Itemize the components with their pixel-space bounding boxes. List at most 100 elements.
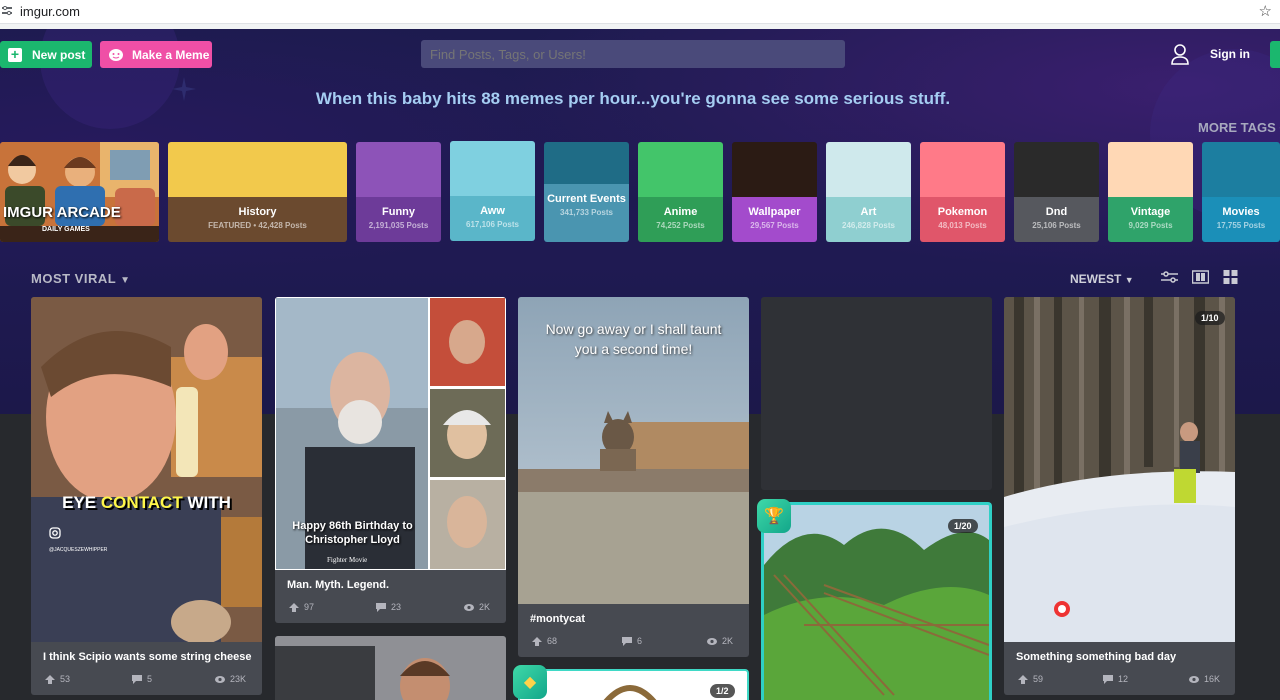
hero-tagline: When this baby hits 88 memes per hour...… bbox=[315, 89, 951, 108]
tag-art bbox=[732, 142, 817, 197]
tag-tile-aww[interactable]: Aww 617,106 Posts bbox=[450, 141, 535, 241]
post-watermark: Fighter Movie bbox=[327, 556, 368, 564]
tag-art bbox=[1108, 142, 1193, 197]
post-overlay-caption: EYE CONTACT WITH bbox=[31, 493, 262, 513]
tag-tile-funny[interactable]: Funny 2,191,035 Posts bbox=[356, 142, 441, 242]
tag-post-count: 9,029 Posts bbox=[1128, 221, 1173, 230]
tag-footer: Funny 2,191,035 Posts bbox=[356, 197, 441, 242]
tag-tile-vintage[interactable]: Vintage 9,029 Posts bbox=[1108, 142, 1193, 242]
meme-face-icon bbox=[109, 48, 123, 61]
make-meme-button[interactable]: Make a Meme bbox=[100, 41, 212, 68]
upvote-arrow-icon bbox=[45, 674, 55, 684]
uniform-grid-icon[interactable] bbox=[1192, 270, 1209, 284]
overlay-highlight: CONTACT bbox=[100, 493, 183, 512]
tag-tile-history[interactable]: History FEATURED • 42,428 Posts bbox=[168, 142, 347, 242]
comment-count[interactable]: 6 bbox=[622, 636, 642, 646]
tag-footer: Pokemon 48,013 Posts bbox=[920, 197, 1005, 242]
upvote-count[interactable]: 53 bbox=[45, 674, 70, 684]
tag-footer: Wallpaper 29,567 Posts bbox=[732, 197, 817, 242]
tag-name: Art bbox=[860, 206, 877, 218]
tag-tile-movies[interactable]: Movies 17,755 Posts bbox=[1202, 142, 1280, 242]
search-input[interactable] bbox=[421, 40, 845, 68]
post-card[interactable]: 1/10 Something something bad day 59 12 1… bbox=[1004, 297, 1235, 695]
post-title[interactable]: Man. Myth. Legend. bbox=[287, 579, 389, 591]
more-tags-link[interactable]: MORE TAGS − bbox=[1198, 120, 1280, 135]
trophy-badge-icon: 🏆 bbox=[757, 499, 791, 533]
imgur-arcade-tile[interactable]: IMGUR ARCADE DAILY GAMES bbox=[0, 142, 159, 242]
image-count-badge: 1/20 bbox=[948, 519, 978, 533]
tag-tile-current-events[interactable]: Current Events 341,733 Posts bbox=[544, 142, 629, 242]
post-card-placeholder[interactable] bbox=[761, 297, 992, 490]
tag-name: Pokemon bbox=[937, 206, 988, 218]
tag-post-count: 74,252 Posts bbox=[656, 221, 705, 230]
chevron-down-icon: ▼ bbox=[1124, 275, 1134, 285]
tag-tile-wallpaper[interactable]: Wallpaper 29,567 Posts bbox=[732, 142, 817, 242]
tag-footer: Movies 17,755 Posts bbox=[1202, 197, 1280, 242]
comment-bubble-icon bbox=[376, 602, 386, 612]
sort-right-label: NEWEST bbox=[1070, 272, 1122, 286]
view-value: 23K bbox=[230, 674, 247, 684]
comment-count[interactable]: 12 bbox=[1103, 674, 1128, 684]
tag-tile-pokemon[interactable]: Pokemon 48,013 Posts bbox=[920, 142, 1005, 242]
upvote-value: 68 bbox=[547, 636, 558, 646]
tag-footer: History FEATURED • 42,428 Posts bbox=[168, 197, 347, 242]
post-title[interactable]: Something something bad day bbox=[1016, 651, 1176, 663]
comment-count[interactable]: 5 bbox=[132, 674, 152, 684]
tag-tile-dnd[interactable]: Dnd 25,106 Posts bbox=[1014, 142, 1099, 242]
user-icon[interactable] bbox=[1170, 43, 1190, 65]
new-post-button[interactable]: + New post bbox=[0, 41, 92, 68]
site-settings-icon[interactable] bbox=[2, 6, 12, 16]
sort-newest-dropdown[interactable]: NEWEST ▼ bbox=[1070, 272, 1134, 286]
tag-post-count: 17,755 Posts bbox=[1216, 221, 1266, 230]
post-card[interactable]: Happy 86th Birthday to Christopher Lloyd… bbox=[275, 297, 506, 623]
upvote-count[interactable]: 59 bbox=[1018, 674, 1043, 684]
filter-sliders-icon[interactable] bbox=[1161, 270, 1178, 284]
post-image bbox=[31, 297, 262, 642]
comment-bubble-icon bbox=[1103, 674, 1113, 684]
view-count: 16K bbox=[1189, 674, 1220, 684]
sort-most-viral-dropdown[interactable]: MOST VIRAL ▼ bbox=[31, 271, 130, 286]
sign-up-button[interactable] bbox=[1270, 41, 1280, 68]
upvote-value: 97 bbox=[304, 602, 315, 612]
arcade-title: IMGUR ARCADE bbox=[3, 204, 121, 221]
tag-tile-anime[interactable]: Anime 74,252 Posts bbox=[638, 142, 723, 242]
tag-art bbox=[356, 142, 441, 197]
upvote-count[interactable]: 97 bbox=[289, 602, 314, 612]
overlay-word: WITH bbox=[182, 493, 231, 512]
tag-name: Dnd bbox=[1045, 206, 1068, 218]
sort-left-label: MOST VIRAL bbox=[31, 271, 116, 286]
comment-value: 5 bbox=[147, 674, 153, 684]
tag-art bbox=[168, 142, 347, 197]
post-image bbox=[764, 505, 989, 700]
upvote-value: 59 bbox=[1033, 674, 1044, 684]
post-card[interactable] bbox=[275, 636, 506, 700]
comment-value: 23 bbox=[391, 602, 402, 612]
post-card[interactable]: Now go away or I shall taunt you a secon… bbox=[518, 297, 749, 657]
sign-in-link[interactable]: Sign in bbox=[1210, 47, 1250, 61]
tag-post-count: 246,828 Posts bbox=[842, 221, 895, 230]
post-card[interactable]: 1/2 bbox=[518, 669, 749, 700]
waterfall-grid-icon[interactable] bbox=[1222, 270, 1239, 284]
arcade-subtitle: DAILY GAMES bbox=[42, 226, 90, 233]
post-handle: @JACQUESZEWHIPPER bbox=[49, 547, 108, 553]
gem-badge-icon: ◆ bbox=[513, 665, 547, 699]
view-count: 2K bbox=[707, 636, 733, 646]
post-card[interactable]: EYE CONTACT WITH @JACQUESZEWHIPPER I thi… bbox=[31, 297, 262, 695]
tag-name: Movies bbox=[1222, 206, 1260, 218]
bookmark-star-icon[interactable]: ☆ bbox=[1259, 2, 1272, 20]
tag-art bbox=[638, 142, 723, 197]
comment-count[interactable]: 23 bbox=[376, 602, 401, 612]
post-card[interactable]: 1/20 bbox=[761, 502, 992, 700]
upvote-count[interactable]: 68 bbox=[532, 636, 557, 646]
tag-name: History bbox=[238, 206, 277, 218]
browser-address-bar[interactable]: imgur.com ☆ bbox=[0, 0, 1280, 24]
image-count-badge: 1/2 bbox=[710, 684, 735, 698]
new-post-label: New post bbox=[32, 47, 86, 62]
post-overlay-caption: Happy 86th Birthday to Christopher Lloyd bbox=[292, 520, 413, 546]
url-text[interactable]: imgur.com bbox=[20, 4, 80, 19]
comment-bubble-icon bbox=[132, 674, 142, 684]
post-title[interactable]: I think Scipio wants some string cheese bbox=[43, 651, 251, 663]
post-image bbox=[603, 685, 657, 700]
post-title[interactable]: #montycat bbox=[530, 613, 585, 625]
tag-tile-art[interactable]: Art 246,828 Posts bbox=[826, 142, 911, 242]
